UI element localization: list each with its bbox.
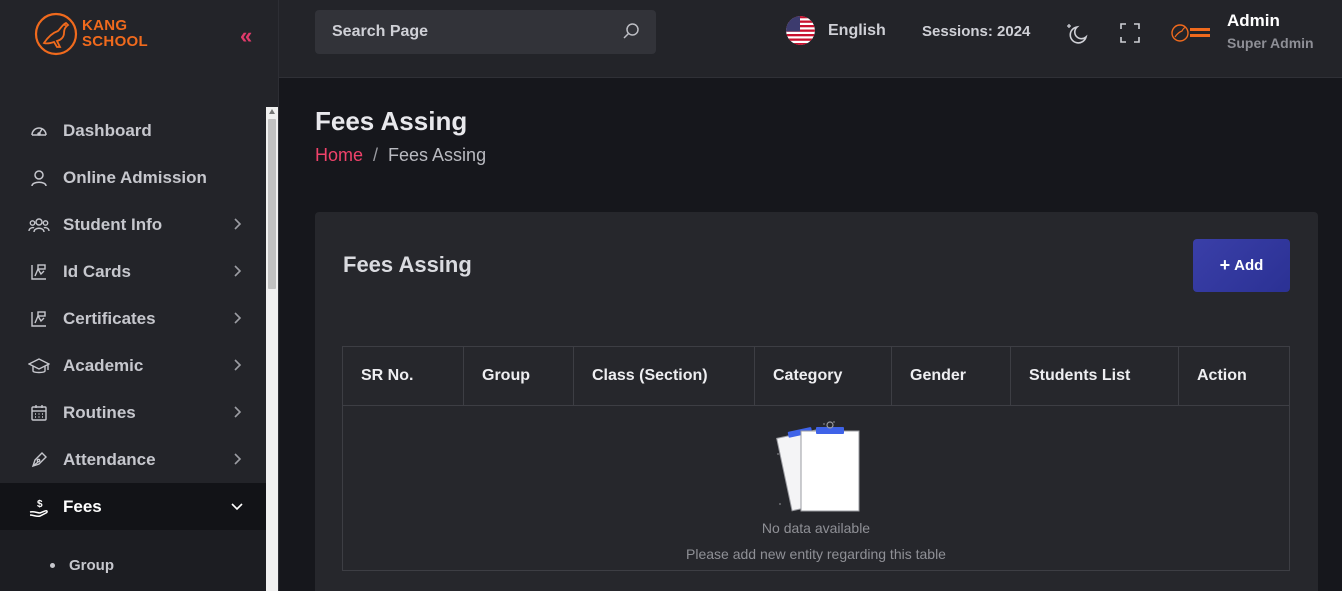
avatar[interactable] xyxy=(1171,22,1213,44)
sidebar-menu: Dashboard Online Admission Student Info … xyxy=(0,107,266,591)
column-header-sr-no[interactable]: SR No. xyxy=(342,346,464,406)
bullet-icon xyxy=(50,562,55,568)
sidebar-item-online-admission[interactable]: Online Admission xyxy=(0,154,266,201)
submenu-item-group[interactable]: Group xyxy=(0,530,266,591)
sidebar-item-academic[interactable]: Academic xyxy=(0,342,266,389)
sidebar-item-label: Certificates xyxy=(63,308,156,328)
kangaroo-logo-icon xyxy=(34,12,78,56)
sidebar-item-label: Student Info xyxy=(63,214,163,234)
sidebar-item-label: Routines xyxy=(63,402,136,422)
sidebar-scrollbar[interactable] xyxy=(266,107,278,591)
id-card-icon xyxy=(28,261,50,283)
language-label: English xyxy=(828,21,886,39)
chevron-right-icon xyxy=(234,406,242,418)
calendar-icon xyxy=(28,402,50,424)
moon-icon[interactable] xyxy=(1065,21,1089,45)
fees-icon: $ xyxy=(28,496,50,518)
top-header: English Sessions: 2024 Admin Super Admin xyxy=(279,0,1342,78)
chevron-down-icon xyxy=(231,503,243,511)
pen-icon xyxy=(28,449,50,471)
sidebar-item-label: Online Admission xyxy=(63,167,207,187)
plus-icon: + xyxy=(1219,255,1231,275)
sidebar-item-dashboard[interactable]: Dashboard xyxy=(0,107,266,154)
table-header-row: SR No. Group Class (Section) Category Ge… xyxy=(342,346,1290,406)
sidebar-item-label: Fees xyxy=(63,496,102,516)
students-icon xyxy=(28,214,50,236)
brand-line1: KANG xyxy=(82,17,128,34)
chevron-right-icon xyxy=(234,218,242,230)
breadcrumb-current: Fees Assing xyxy=(388,145,487,165)
chevron-right-icon xyxy=(234,453,242,465)
sidebar-item-fees[interactable]: $ Fees xyxy=(0,483,266,530)
sidebar-collapse-button[interactable]: « xyxy=(240,25,252,47)
fees-assign-card: Fees Assing + Add SR No. Group Class (Se… xyxy=(315,212,1318,591)
add-button-label: Add xyxy=(1234,257,1264,274)
submenu-item-label: Group xyxy=(69,556,114,574)
user-role: Super Admin xyxy=(1227,35,1314,51)
fullscreen-icon[interactable] xyxy=(1119,22,1141,44)
empty-state-row: No data available Please add new entity … xyxy=(342,405,1290,571)
column-header-students-list[interactable]: Students List xyxy=(1010,346,1179,406)
chevron-right-icon xyxy=(234,312,242,324)
sidebar-item-label: Attendance xyxy=(63,449,156,469)
us-flag-icon xyxy=(786,16,815,45)
empty-state-cell: No data available Please add new entity … xyxy=(342,405,1290,571)
sidebar-item-routines[interactable]: Routines xyxy=(0,389,266,436)
user-name[interactable]: Admin xyxy=(1227,11,1280,31)
sidebar-item-attendance[interactable]: Attendance xyxy=(0,436,266,483)
brand-line2: SCHOOL xyxy=(82,33,148,50)
dashboard-icon xyxy=(28,120,50,142)
empty-clipboard-icon xyxy=(776,421,860,512)
breadcrumb-separator: / xyxy=(373,145,379,165)
page-title: Fees Assing xyxy=(315,106,468,136)
brand-logo[interactable]: KANG SCHOOL xyxy=(34,11,148,57)
scroll-up-icon[interactable] xyxy=(269,109,275,114)
breadcrumb-home-link[interactable]: Home xyxy=(315,145,363,166)
sidebar-item-certificates[interactable]: Certificates xyxy=(0,295,266,342)
user-icon xyxy=(28,167,50,189)
sidebar-item-id-cards[interactable]: Id Cards xyxy=(0,248,266,295)
column-header-action[interactable]: Action xyxy=(1178,346,1290,406)
empty-state-title: No data available xyxy=(761,520,871,536)
empty-state-subtitle: Please add new entity regarding this tab… xyxy=(686,546,946,562)
search-icon[interactable] xyxy=(622,22,640,40)
sidebar-item-student-info[interactable]: Student Info xyxy=(0,201,266,248)
certificate-icon xyxy=(28,308,50,330)
sessions-selector[interactable]: Sessions: 2024 xyxy=(922,23,1030,40)
graduation-cap-icon xyxy=(28,355,50,377)
column-header-group[interactable]: Group xyxy=(463,346,574,406)
column-header-category[interactable]: Category xyxy=(754,346,892,406)
search-input[interactable] xyxy=(315,10,615,54)
sidebar-item-label: Id Cards xyxy=(63,261,132,281)
language-selector[interactable]: English xyxy=(786,16,886,45)
card-title: Fees Assing xyxy=(343,252,472,277)
column-header-class-section[interactable]: Class (Section) xyxy=(573,346,755,406)
add-button[interactable]: + Add xyxy=(1193,239,1290,292)
fees-assign-table: SR No. Group Class (Section) Category Ge… xyxy=(342,346,1290,571)
search-box xyxy=(315,10,656,54)
scrollbar-thumb[interactable] xyxy=(268,119,276,289)
svg-text:$: $ xyxy=(37,499,43,510)
fees-submenu: Group xyxy=(0,530,266,591)
chevron-right-icon xyxy=(234,265,242,277)
breadcrumb: Home / Fees Assing xyxy=(315,145,486,166)
column-header-gender[interactable]: Gender xyxy=(891,346,1011,406)
chevron-right-icon xyxy=(234,359,242,371)
sidebar: KANG SCHOOL « Dashboard Online Admission… xyxy=(0,0,279,591)
sidebar-item-label: Dashboard xyxy=(63,120,152,140)
sidebar-item-label: Academic xyxy=(63,355,144,375)
